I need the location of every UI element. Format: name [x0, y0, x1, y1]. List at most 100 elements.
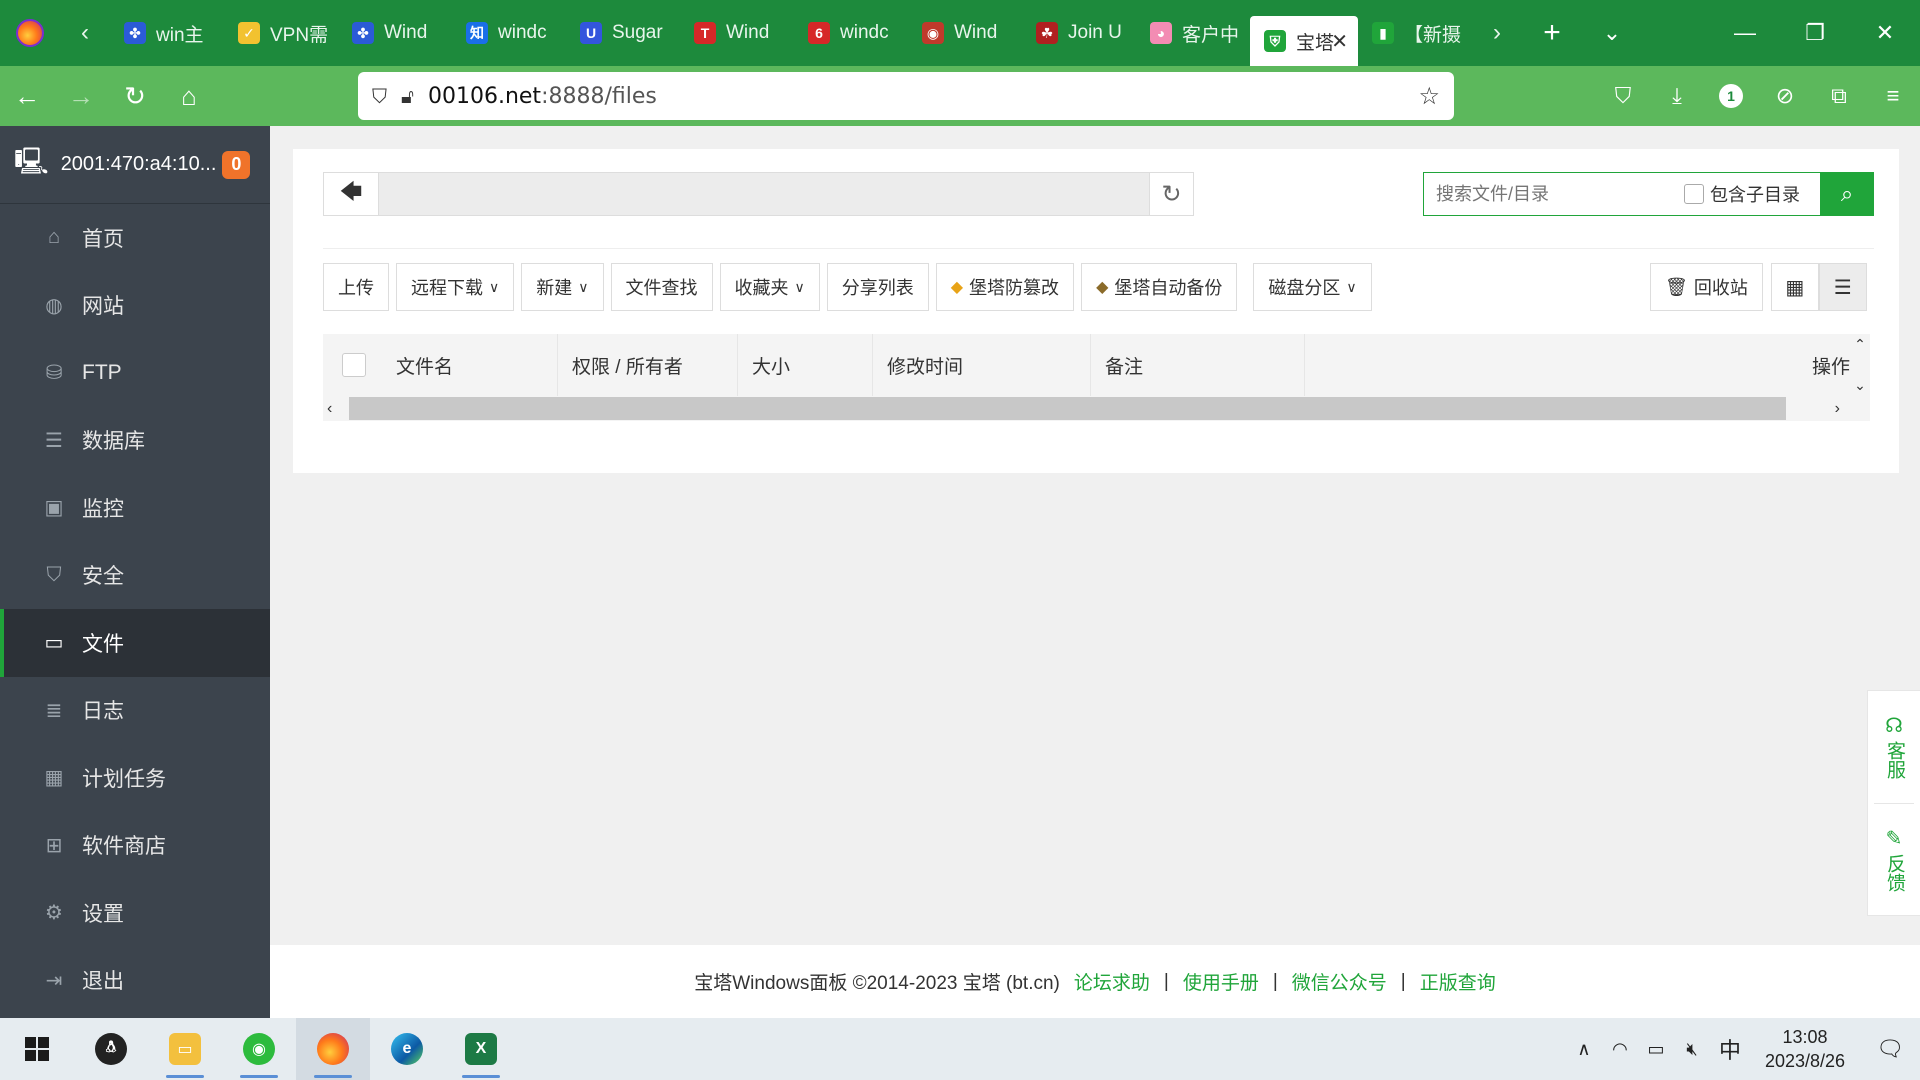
refresh-icon[interactable]: ↻	[1149, 173, 1193, 215]
taskbar-wechat[interactable]: ◉	[222, 1018, 296, 1080]
feedback-button[interactable]: ✎ 反馈	[1868, 804, 1920, 916]
scrollbar-thumb[interactable]	[349, 397, 1786, 420]
sidebar-item-calendar[interactable]: ▦ 计划任务	[0, 744, 270, 812]
new-button[interactable]: 新建 ∨	[521, 263, 604, 311]
close-tab-icon[interactable]: ✕	[1331, 29, 1348, 54]
browser-tab[interactable]: U Sugar	[566, 0, 680, 66]
customer-service-button[interactable]: ☊ 客服	[1868, 691, 1920, 803]
scroll-down-icon[interactable]: ⌄	[1854, 377, 1866, 394]
grid-view-icon[interactable]: ▦	[1770, 263, 1819, 311]
vertical-scrollbar[interactable]: ⌃ ⌄	[1850, 334, 1870, 396]
license-link[interactable]: 正版查询	[1420, 968, 1496, 995]
taskbar-excel[interactable]: X	[444, 1018, 518, 1080]
browser-tab[interactable]: ✓ VPN需	[224, 0, 338, 66]
tamper-proof-button[interactable]: ◆ 堡塔防篡改	[935, 263, 1075, 311]
alert-count-badge[interactable]: 0	[222, 150, 251, 179]
file-search-input[interactable]	[1424, 173, 1684, 215]
include-subdir-option[interactable]: 包含子目录	[1684, 181, 1800, 207]
firefox-menu-icon[interactable]	[0, 0, 60, 66]
upload-button[interactable]: 上传	[323, 263, 389, 311]
auto-backup-button[interactable]: ◆ 堡塔自动备份	[1081, 263, 1238, 311]
browser-tab[interactable]: ◕ 客户中	[1136, 0, 1250, 66]
remote-download-button[interactable]: 远程下载 ∨	[396, 263, 515, 311]
col-filename[interactable]: 文件名	[396, 334, 558, 396]
insecure-lock-icon[interactable]: 🔓︎	[401, 84, 414, 108]
start-button[interactable]	[0, 1018, 74, 1080]
sidebar-item-log[interactable]: ≣ 日志	[0, 677, 270, 745]
scroll-up-icon[interactable]: ⌃	[1854, 336, 1866, 353]
browser-tab[interactable]: T Wind	[680, 0, 794, 66]
tracking-shield-icon[interactable]: ⛉	[372, 84, 387, 108]
app-menu-icon[interactable]: ≡	[1866, 66, 1920, 126]
clock[interactable]: 13:08 2023/8/26	[1750, 1025, 1860, 1073]
battery-icon[interactable]: ▭	[1638, 1039, 1674, 1060]
pocket-icon[interactable]: ⛉	[1596, 66, 1650, 126]
tabs-scroll-left-icon[interactable]: ‹	[60, 0, 110, 66]
close-window-icon[interactable]: ✕	[1850, 0, 1920, 66]
manual-link[interactable]: 使用手册	[1183, 968, 1259, 995]
browser-tab[interactable]: ▮ 【新摄	[1358, 0, 1472, 66]
search-button[interactable]: ⌕	[1820, 172, 1874, 216]
sidebar-item-logout[interactable]: ⇥ 退出	[0, 947, 270, 1015]
scroll-right-icon[interactable]: ›	[1835, 396, 1840, 421]
col-mtime[interactable]: 修改时间	[873, 334, 1091, 396]
wechat-link[interactable]: 微信公众号	[1292, 968, 1387, 995]
notification-icon[interactable]: 🗨︎	[1860, 1036, 1920, 1062]
file-search-button[interactable]: 文件查找	[610, 263, 713, 311]
list-view-icon[interactable]: ☰	[1818, 263, 1867, 311]
restore-icon[interactable]: ❐	[1780, 0, 1850, 66]
browser-tab[interactable]: 知 windc	[452, 0, 566, 66]
tab-list-chevron-icon[interactable]: ⌄	[1582, 0, 1642, 66]
downloads-icon[interactable]: ⤓	[1650, 66, 1704, 126]
share-list-button[interactable]: 分享列表	[826, 263, 929, 311]
recycle-bin-button[interactable]: 🗑︎ 回收站	[1650, 263, 1763, 311]
browser-tab[interactable]: ✤ Wind	[338, 0, 452, 66]
server-header[interactable]: 🖳︎ 2001:470:a4:10... 0	[0, 126, 270, 204]
path-back-icon[interactable]: 🡄	[324, 173, 379, 215]
sidebar-item-folder[interactable]: ▭ 文件	[0, 609, 270, 677]
extension-blocker-icon[interactable]: ⊘	[1758, 66, 1812, 126]
tabs-scroll-right-icon[interactable]: ›	[1472, 0, 1522, 66]
volume-muted-icon[interactable]: 🔇︎	[1674, 1039, 1710, 1060]
horizontal-scrollbar[interactable]: ‹ ›	[323, 396, 1870, 421]
select-all-checkbox[interactable]	[342, 353, 366, 377]
reload-icon[interactable]: ↻	[108, 66, 162, 126]
taskbar-firefox[interactable]	[296, 1018, 370, 1080]
wifi-icon[interactable]: ◠	[1602, 1039, 1638, 1060]
forward-icon[interactable]: →	[54, 66, 108, 126]
sidebar-item-apps[interactable]: ⊞ 软件商店	[0, 812, 270, 880]
new-tab-icon[interactable]: +	[1522, 0, 1582, 66]
disk-partition-button[interactable]: 磁盘分区 ∨	[1253, 263, 1372, 311]
browser-tab[interactable]: ✤ win主	[110, 0, 224, 66]
minimize-icon[interactable]: —	[1710, 0, 1780, 66]
ime-indicator[interactable]: 中	[1710, 1033, 1750, 1065]
sidebar-item-ftp[interactable]: ⛁ FTP	[0, 339, 270, 407]
sidebar-item-monitor[interactable]: ▣ 监控	[0, 474, 270, 542]
sidebar-item-home[interactable]: ⌂ 首页	[0, 204, 270, 272]
include-subdir-checkbox[interactable]	[1684, 184, 1704, 204]
sidebar-item-shield[interactable]: ⛉ 安全	[0, 542, 270, 610]
col-size[interactable]: 大小	[738, 334, 873, 396]
browser-tab[interactable]: 6 windc	[794, 0, 908, 66]
url-bar[interactable]: ⛉ 🔓︎ 00106.net :8888/files ☆	[358, 72, 1454, 120]
bookmark-star-icon[interactable]: ☆	[1418, 82, 1440, 110]
col-permission[interactable]: 权限 / 所有者	[558, 334, 738, 396]
taskbar-edge[interactable]: e	[370, 1018, 444, 1080]
sidebar-item-gear[interactable]: ⚙ 设置	[0, 879, 270, 947]
taskbar-explorer[interactable]: ▭	[148, 1018, 222, 1080]
favorites-button[interactable]: 收藏夹 ∨	[719, 263, 820, 311]
tray-overflow-icon[interactable]: ∧	[1566, 1039, 1602, 1060]
sidebar-item-database[interactable]: ☰ 数据库	[0, 407, 270, 475]
forum-link[interactable]: 论坛求助	[1074, 968, 1150, 995]
browser-tab[interactable]: ◉ Wind	[908, 0, 1022, 66]
back-icon[interactable]: ←	[0, 66, 54, 126]
browser-tab[interactable]: ⛨ 宝塔 ✕	[1250, 16, 1358, 66]
scroll-left-icon[interactable]: ‹	[327, 396, 332, 421]
sidebar-item-globe[interactable]: ◍ 网站	[0, 272, 270, 340]
update-badge[interactable]: 1	[1704, 66, 1758, 126]
taskbar-qq[interactable]: 🐧︎	[74, 1018, 148, 1080]
extensions-icon[interactable]: ⧉	[1812, 66, 1866, 126]
home-icon[interactable]: ⌂	[162, 66, 216, 126]
browser-tab[interactable]: ☘ Join U	[1022, 0, 1136, 66]
path-input[interactable]	[379, 173, 1149, 215]
